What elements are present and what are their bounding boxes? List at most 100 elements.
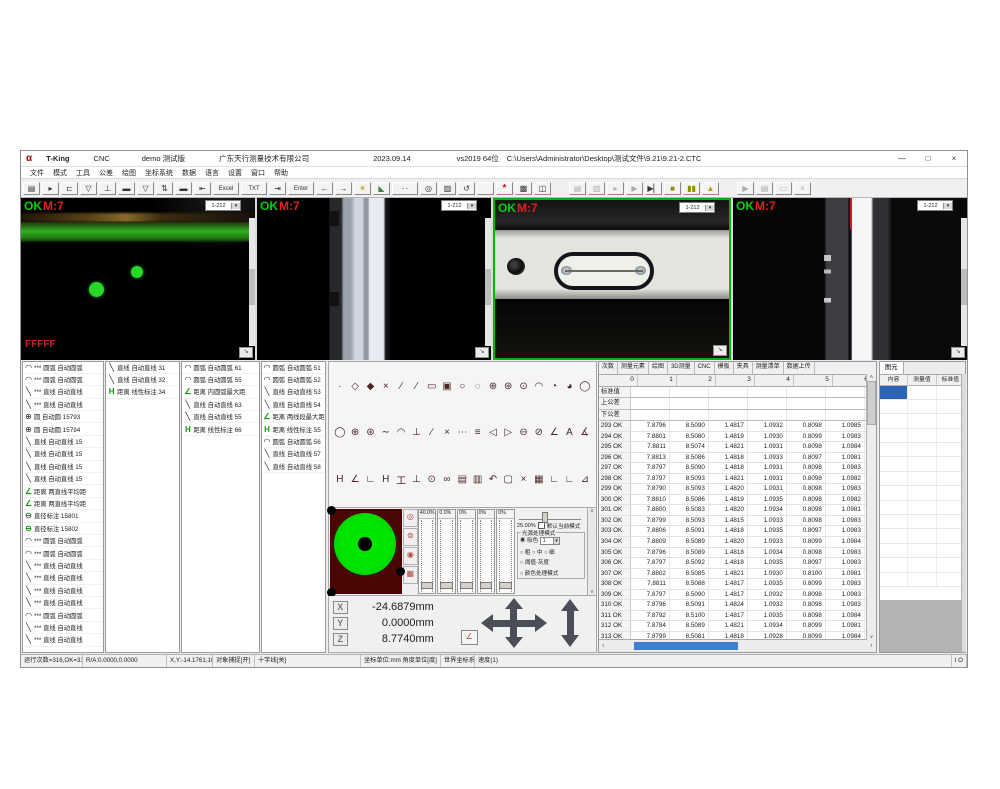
inspector-row[interactable] — [880, 558, 965, 572]
ring-light-control[interactable] — [330, 509, 402, 594]
close-tool-button[interactable]: × — [794, 182, 811, 195]
measure-tool-icon[interactable]: ⊙ — [517, 381, 531, 392]
table-row[interactable]: 297 OK7.87978.50901.48181.09310.80981.09… — [599, 463, 876, 474]
inspector-row[interactable] — [880, 400, 965, 414]
table-row[interactable]: 296 OK7.88138.50861.48181.09330.80971.09… — [599, 453, 876, 464]
list-item[interactable]: ╲*** 直线 自动直线 — [23, 572, 103, 584]
probe2-button[interactable]: ▽ — [137, 182, 154, 195]
measure-tool-icon[interactable]: × — [440, 427, 454, 438]
list-item[interactable]: ╲直线 自动直线 53 — [262, 386, 325, 398]
light-slider[interactable]: 0% — [496, 509, 515, 594]
light-slider[interactable]: 0.0% — [437, 509, 456, 594]
options-scrollbar[interactable]: ∧∨ — [587, 508, 596, 595]
list-item[interactable]: ╲直线 自动直线 15 — [23, 473, 103, 485]
measure-tool-icon[interactable]: ∕ — [409, 381, 423, 392]
table-row[interactable]: 标准值 — [599, 387, 876, 399]
maximize-button[interactable]: □ — [915, 154, 941, 163]
menu-item[interactable]: 坐标系统 — [145, 168, 173, 178]
measure-tool-icon[interactable]: ▦ — [532, 474, 546, 485]
chart-button[interactable]: ◫ — [534, 182, 551, 195]
txt-export-button[interactable]: TXT — [241, 182, 267, 195]
status-segment[interactable]: 速度(1) — [475, 655, 952, 667]
menu-item[interactable]: 语言 — [205, 168, 219, 178]
table-row[interactable]: 310 OK7.87968.50911.48241.09320.80981.09… — [599, 600, 876, 611]
camera-range-dropdown[interactable]: 1-212▾ — [917, 200, 953, 211]
table-row[interactable]: 299 OK7.87908.50931.48201.09310.80981.09… — [599, 484, 876, 495]
xy-jog-arrows[interactable] — [481, 602, 547, 644]
minimize-button[interactable]: — — [889, 154, 915, 163]
measure-tool-icon[interactable]: A — [563, 427, 577, 438]
measure-tool-icon[interactable]: ◁ — [486, 427, 500, 438]
inspector-row[interactable] — [880, 457, 965, 471]
measure-tool-icon[interactable]: H — [379, 474, 393, 485]
status-segment[interactable]: 对象捕捉[开] — [213, 655, 255, 667]
inspector-row[interactable] — [880, 486, 965, 500]
table-tab[interactable]: 次数 — [599, 362, 618, 374]
list-item[interactable]: ∠距离 两线段最大距 — [262, 411, 325, 423]
radio-icon[interactable]: ○ — [520, 560, 523, 566]
slider-thumb[interactable] — [480, 582, 493, 589]
measure-tool-icon[interactable]: ⊕ — [486, 381, 500, 392]
table-row[interactable]: 306 OK7.87978.50921.48181.09350.80971.09… — [599, 558, 876, 569]
radio-icon[interactable]: ○ — [520, 571, 523, 577]
stop-button[interactable]: ■ — [664, 182, 681, 195]
list-item[interactable]: ⊕圆 自动圆 15793 — [23, 411, 103, 423]
table-tab[interactable]: 模板 — [715, 362, 734, 374]
menu-item[interactable]: 公差 — [99, 168, 113, 178]
table-row[interactable]: 302 OK7.87998.50931.48151.09330.80981.09… — [599, 516, 876, 527]
measure-tool-icon[interactable]: ◆ — [363, 381, 377, 392]
save-button[interactable]: ▤ — [23, 182, 40, 195]
list-item[interactable]: ╲直线 自动直线 54 — [262, 399, 325, 411]
table-row[interactable]: 上公差 — [599, 398, 876, 410]
star-button[interactable]: * — [496, 182, 513, 195]
excel-export-button[interactable]: Excel — [213, 182, 239, 195]
list-item[interactable]: H距离 线性标注 55 — [262, 423, 325, 435]
probe-button[interactable]: ▽ — [80, 182, 97, 195]
list-item[interactable]: ◠圆弧 自动圆弧 52 — [262, 374, 325, 386]
open-button[interactable]: ▸ — [42, 182, 59, 195]
list-item[interactable]: ◠*** 圆弧 自动圆弧 — [23, 547, 103, 559]
measure-tool-icon[interactable]: ∡ — [578, 427, 592, 438]
table-row[interactable]: 303 OK7.88068.50911.48181.09350.80971.09… — [599, 526, 876, 537]
inspector-row[interactable] — [880, 501, 965, 515]
list-item[interactable]: ◠圆弧 自动圆弧 56 — [262, 436, 325, 448]
resize-handle-icon[interactable]: ↘ — [475, 347, 489, 358]
table-row[interactable]: 293 OK7.87968.50901.48171.09320.80981.09… — [599, 421, 876, 432]
list-item[interactable]: ◠*** 圆弧 自动圆弧 — [23, 362, 103, 374]
light-slider[interactable]: 0% — [457, 509, 476, 594]
measure-tool-icon[interactable]: ∠ — [547, 427, 561, 438]
lasso-button[interactable]: ↺ — [458, 182, 475, 195]
measure-tool-icon[interactable]: ◯ — [578, 381, 592, 392]
list-item[interactable]: ╲直线 自动直线 15 — [23, 436, 103, 448]
measure-tool-icon[interactable]: ≡ — [471, 427, 485, 438]
ring-segment-icon[interactable]: ⊚ — [403, 528, 418, 546]
table-row[interactable]: 305 OK7.87968.50891.48181.09340.80981.09… — [599, 548, 876, 559]
ring-segment-icon[interactable]: ◉ — [403, 547, 418, 565]
save2-button[interactable]: ▤ — [569, 182, 586, 195]
radio-icon[interactable]: ○ — [532, 550, 535, 556]
measure-tool-icon[interactable]: ▣ — [440, 381, 454, 392]
table-tab[interactable]: 测量清单 — [753, 362, 784, 374]
list-item[interactable]: ╲直线 自动直线 58 — [262, 461, 325, 473]
measure-tool-icon[interactable]: H — [333, 474, 347, 485]
camera-panel-1[interactable]: OKM:7 1-212▾ FFFFF ↘ — [21, 198, 255, 359]
measure-tool-icon[interactable]: ◌ — [471, 381, 485, 392]
measure-tool-icon[interactable]: ◠ — [532, 381, 546, 392]
measure-tool-icon[interactable]: 工 — [394, 472, 408, 487]
table-tab[interactable]: 测量元素 — [618, 362, 649, 374]
list-item[interactable]: ╲直线 自动直线 32 — [106, 374, 179, 386]
camera-scrollbar[interactable] — [249, 218, 255, 345]
light-button[interactable]: ☀ — [354, 182, 371, 195]
resize-handle-icon[interactable]: ↘ — [239, 347, 253, 358]
radio-selected-icon[interactable]: ◉ — [520, 538, 526, 544]
image-button[interactable]: ◣ — [373, 182, 390, 195]
measure-tool-icon[interactable]: ∟ — [547, 474, 561, 485]
run-tool-button[interactable]: ▲ — [702, 182, 719, 195]
table-tab[interactable]: 绘图 — [649, 362, 668, 374]
table-tab[interactable]: 3D测量 — [668, 362, 695, 374]
measure-tool-icon[interactable]: ∕ — [394, 381, 408, 392]
list-item[interactable]: ╲*** 直线 自动直线 — [23, 597, 103, 609]
play-button[interactable]: ▶ — [626, 182, 643, 195]
list-item[interactable]: ╲直线 自动直线 55 — [182, 411, 258, 423]
close-button[interactable]: × — [941, 154, 967, 163]
